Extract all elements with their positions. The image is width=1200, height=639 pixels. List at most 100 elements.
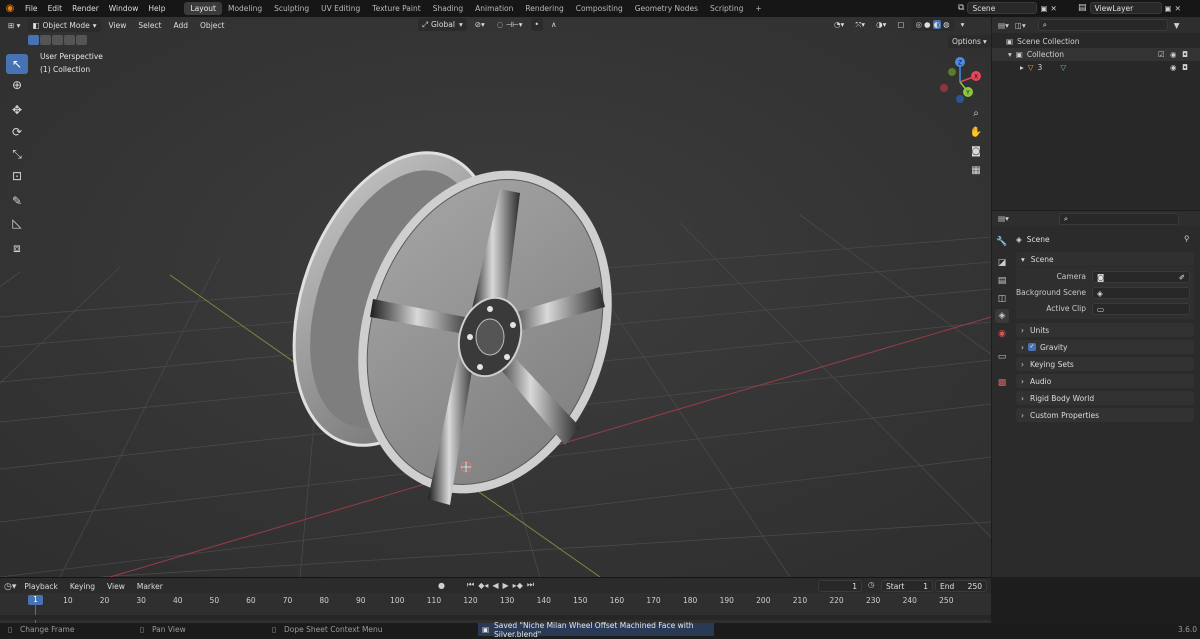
gravity-panel-header[interactable]: › ✓ Gravity xyxy=(1016,340,1194,354)
delete-scene-icon[interactable]: ✕ xyxy=(1051,4,1057,13)
menu-playback[interactable]: Playback xyxy=(20,580,61,593)
tab-animation[interactable]: Animation xyxy=(469,2,519,15)
pin-icon[interactable]: ⚲ xyxy=(1184,234,1190,243)
tab-compositing[interactable]: Compositing xyxy=(570,2,629,15)
eye-icon[interactable]: ◉ xyxy=(1170,50,1177,59)
filter-icon[interactable]: ▼ xyxy=(1174,21,1180,30)
texture-tab-icon[interactable]: ▩ xyxy=(995,376,1009,390)
3d-viewport[interactable]: ⊞ ▾ ◧ Object Mode ▾ View Select Add Obje… xyxy=(0,17,991,577)
menu-marker[interactable]: Marker xyxy=(133,580,167,593)
perspective-toggle-icon[interactable]: ▦ xyxy=(968,162,984,178)
zoom-icon[interactable]: ⌕ xyxy=(968,105,984,121)
add-cube-tool-icon[interactable]: ⧈ xyxy=(6,238,28,258)
eye-icon[interactable]: ◉ xyxy=(1170,63,1177,72)
menu-window[interactable]: Window xyxy=(104,4,144,13)
collection-tab-icon[interactable]: ▭ xyxy=(995,350,1009,364)
tab-geometry-nodes[interactable]: Geometry Nodes xyxy=(629,2,704,15)
menu-view[interactable]: View xyxy=(105,19,131,32)
timeline-scrollbar[interactable] xyxy=(0,615,991,620)
select-box-tool-icon[interactable]: ↖ xyxy=(6,54,28,74)
annotate-tool-icon[interactable]: ✎ xyxy=(6,191,28,211)
keying-sets-panel-header[interactable]: › Keying Sets xyxy=(1016,357,1194,371)
view-layer-selector[interactable]: ViewLayer xyxy=(1089,2,1162,14)
tab-scripting[interactable]: Scripting xyxy=(704,2,749,15)
jump-end-icon[interactable]: ⏭ xyxy=(527,580,534,590)
eyedropper-icon[interactable]: ✐ xyxy=(1179,273,1185,282)
expand-arrow-icon[interactable]: ▾ xyxy=(1008,50,1012,59)
tab-texture-paint[interactable]: Texture Paint xyxy=(366,2,426,15)
clock-icon[interactable]: ◷ xyxy=(868,580,875,589)
outliner-editor-type-icon[interactable]: ▤▾ xyxy=(998,21,1009,30)
menu-add[interactable]: Add xyxy=(170,19,193,32)
timeline-ruler[interactable]: 1 10 20 30 40 50 60 70 80 90 100 110 120 130 140 150 16… xyxy=(0,593,991,624)
record-icon[interactable]: ● xyxy=(438,581,445,590)
custom-properties-panel-header[interactable]: › Custom Properties xyxy=(1016,408,1194,422)
mode-selector[interactable]: ◧ Object Mode ▾ xyxy=(28,18,101,32)
end-frame-field[interactable]: End 250 xyxy=(935,580,987,592)
display-mode-icon[interactable]: ◫▾ xyxy=(1015,21,1026,30)
cursor-tool-icon[interactable]: ⊕ xyxy=(6,75,28,95)
play-reverse-icon[interactable]: ◀ xyxy=(492,581,498,590)
move-tool-icon[interactable]: ✥ xyxy=(6,100,28,120)
background-scene-field[interactable]: ◈ xyxy=(1092,287,1190,299)
scene-icon[interactable]: ⧉ xyxy=(958,3,964,13)
measure-tool-icon[interactable]: ◺ xyxy=(6,213,28,233)
tool-tab-icon[interactable]: 🔧 xyxy=(995,235,1009,249)
gizmo-neg-y-axis[interactable] xyxy=(948,68,956,76)
active-clip-field[interactable]: ▭ xyxy=(1092,303,1190,315)
scene-tab-icon[interactable]: ◈ xyxy=(995,309,1009,323)
wireframe-shading-icon[interactable]: ◎ xyxy=(915,20,922,29)
pan-hand-icon[interactable]: ✋ xyxy=(968,124,984,140)
proportional-edit-button[interactable]: • xyxy=(530,18,543,31)
camera-icon[interactable]: ◘ xyxy=(1182,63,1188,72)
select-extend-icon[interactable] xyxy=(40,35,51,45)
gizmo-toggle-button[interactable]: ⤧▾ xyxy=(851,18,869,31)
editor-type-button[interactable]: ⊞ ▾ xyxy=(4,19,24,32)
shading-options-button[interactable]: ▾ xyxy=(957,18,969,31)
tab-rendering[interactable]: Rendering xyxy=(519,2,569,15)
scale-tool-icon[interactable]: ⤡ xyxy=(6,144,28,164)
options-button[interactable]: Options ▾ xyxy=(948,35,991,48)
jump-keyframe-forward-icon[interactable]: ▸◆ xyxy=(513,581,523,590)
menu-keying[interactable]: Keying xyxy=(66,580,99,593)
jump-start-icon[interactable]: ⏮ xyxy=(467,580,474,590)
camera-view-icon[interactable]: ◙ xyxy=(968,143,984,159)
units-panel-header[interactable]: › Units xyxy=(1016,323,1194,337)
new-view-layer-icon[interactable]: ▣ xyxy=(1165,4,1172,13)
new-scene-icon[interactable]: ▣ xyxy=(1040,4,1047,13)
checkbox-icon[interactable]: ☑ xyxy=(1158,50,1165,59)
gizmo-neg-z-axis[interactable] xyxy=(956,95,964,103)
menu-file[interactable]: File xyxy=(20,4,43,13)
menu-help[interactable]: Help xyxy=(143,4,170,13)
menu-select[interactable]: Select xyxy=(134,19,165,32)
select-new-icon[interactable] xyxy=(28,35,39,45)
outliner-search-input[interactable]: ⌕ xyxy=(1037,19,1168,31)
delete-view-layer-icon[interactable]: ✕ xyxy=(1175,4,1181,13)
tab-layout[interactable]: Layout xyxy=(184,2,222,15)
pivot-point-button[interactable]: ⊘▾ xyxy=(471,18,489,31)
material-shading-icon[interactable]: ◐ xyxy=(932,20,942,29)
start-frame-field[interactable]: Start 1 xyxy=(881,580,933,592)
expand-arrow-icon[interactable]: ▸ xyxy=(1020,63,1024,72)
scene-selector[interactable]: Scene xyxy=(967,2,1038,14)
current-frame-field[interactable]: 1 xyxy=(818,580,862,592)
outliner-row-object[interactable]: ▸ ▽ 3 ▽ ◉ ◘ xyxy=(992,61,1200,74)
add-workspace-button[interactable]: + xyxy=(749,2,767,15)
menu-render[interactable]: Render xyxy=(67,4,104,13)
xray-button[interactable]: ▢ xyxy=(893,18,908,31)
camera-field[interactable]: ◙ ✐ xyxy=(1092,271,1190,283)
tab-uv-editing[interactable]: UV Editing xyxy=(315,2,366,15)
tab-modeling[interactable]: Modeling xyxy=(222,2,268,15)
play-icon[interactable]: ▶ xyxy=(503,581,509,590)
rigid-body-world-panel-header[interactable]: › Rigid Body World xyxy=(1016,391,1194,405)
output-tab-icon[interactable]: ▤ xyxy=(995,274,1009,288)
render-tab-icon[interactable]: ◪ xyxy=(995,256,1009,270)
view-layer-icon[interactable]: ▤ xyxy=(1078,3,1087,13)
scene-panel-header[interactable]: ▾ Scene xyxy=(1016,252,1194,266)
gizmo-neg-x-axis[interactable] xyxy=(940,84,948,92)
solid-shading-icon[interactable]: ● xyxy=(924,20,931,29)
camera-icon[interactable]: ◘ xyxy=(1182,50,1188,59)
select-invert-icon[interactable] xyxy=(64,35,75,45)
blender-logo-icon[interactable]: ◉ xyxy=(0,3,20,14)
select-intersect-icon[interactable] xyxy=(76,35,87,45)
